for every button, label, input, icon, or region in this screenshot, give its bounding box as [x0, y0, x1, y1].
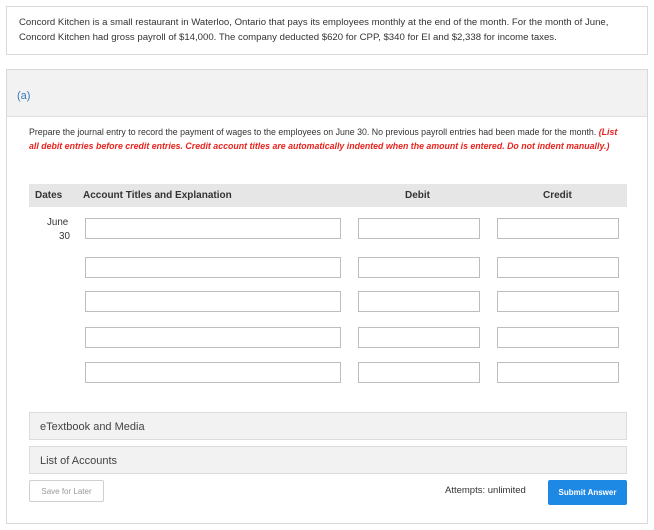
submit-answer-button[interactable]: Submit Answer: [548, 480, 627, 505]
account-title-input[interactable]: [85, 257, 341, 278]
part-a-panel: (a) Prepare the journal entry to record …: [6, 69, 648, 524]
attempts-text: Attempts: unlimited: [445, 485, 526, 496]
debit-input[interactable]: [358, 362, 480, 383]
credit-input[interactable]: [497, 218, 619, 239]
journal-table-header: Dates Account Titles and Explanation Deb…: [29, 184, 627, 207]
account-title-input[interactable]: [85, 291, 341, 312]
debit-input[interactable]: [358, 327, 480, 348]
account-title-input[interactable]: [85, 327, 341, 348]
problem-text: Concord Kitchen is a small restaurant in…: [19, 17, 609, 43]
debit-header: Debit: [405, 190, 430, 201]
instructions-text: Prepare the journal entry to record the …: [29, 127, 597, 137]
account-header: Account Titles and Explanation: [83, 190, 232, 201]
date-day: 30: [59, 231, 70, 242]
list-of-accounts-link[interactable]: List of Accounts: [29, 446, 627, 474]
account-title-input[interactable]: [85, 218, 341, 239]
account-title-input[interactable]: [85, 362, 341, 383]
debit-input[interactable]: [358, 257, 480, 278]
part-label: (a): [17, 90, 31, 102]
credit-header: Credit: [543, 190, 572, 201]
part-header: (a): [7, 70, 647, 117]
problem-statement: Concord Kitchen is a small restaurant in…: [6, 6, 648, 55]
save-for-later-button[interactable]: Save for Later: [29, 480, 104, 502]
credit-input[interactable]: [497, 291, 619, 312]
date-month: June: [47, 217, 69, 228]
credit-input[interactable]: [497, 362, 619, 383]
instructions: Prepare the journal entry to record the …: [29, 126, 619, 153]
debit-input[interactable]: [358, 291, 480, 312]
credit-input[interactable]: [497, 327, 619, 348]
debit-input[interactable]: [358, 218, 480, 239]
dates-header: Dates: [35, 190, 63, 201]
etextbook-media-link[interactable]: eTextbook and Media: [29, 412, 627, 440]
credit-input[interactable]: [497, 257, 619, 278]
